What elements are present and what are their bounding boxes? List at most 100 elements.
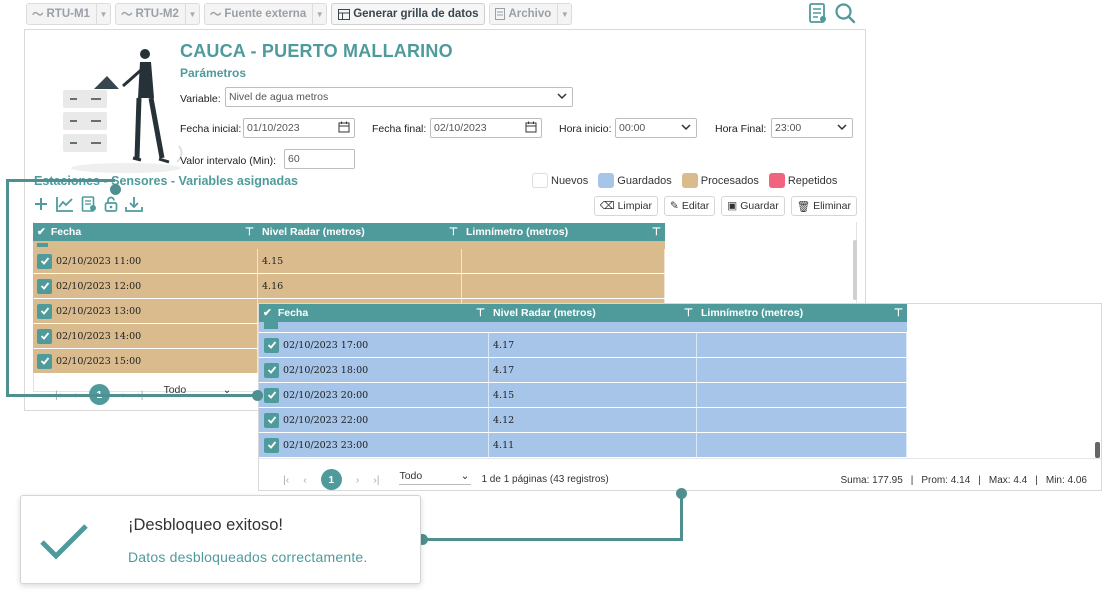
connector-line: [680, 493, 683, 541]
row-checkbox[interactable]: [37, 278, 52, 294]
table-row[interactable]: 02/10/2023 12:00 4.16: [33, 274, 665, 298]
row-checkbox[interactable]: [37, 253, 52, 269]
col-limni[interactable]: Limnímetro (metros) ⊤: [462, 223, 665, 241]
row-checkbox[interactable]: [37, 303, 52, 319]
first-page-icon[interactable]: |‹: [283, 474, 289, 486]
checkmark-icon: [40, 524, 88, 560]
filter-icon[interactable]: ⊤: [245, 226, 254, 238]
table-row[interactable]: 02/10/2023 23:00 4.11: [259, 433, 907, 457]
guardar-button[interactable]: ▣ Guardar: [721, 196, 785, 216]
table-row[interactable]: 02/10/2023 22:00 4.12: [259, 408, 907, 432]
chevron-down-icon[interactable]: ▼: [184, 4, 199, 24]
chevron-down-icon[interactable]: ▼: [312, 4, 326, 24]
page-number[interactable]: 1: [320, 469, 342, 490]
lock-open-icon[interactable]: [104, 196, 118, 212]
filter-icon[interactable]: ⊤: [652, 226, 661, 238]
col-fecha[interactable]: ✔ Fecha ⊤: [33, 223, 258, 241]
connector-dot: [676, 488, 687, 499]
summary-stats: Suma: 177.95 | Prom: 4.14 | Max: 4.4 | Min:…: [840, 475, 1087, 486]
cell-fecha: 02/10/2023 23:00: [283, 439, 369, 451]
zoom-scrollbar[interactable]: [1095, 442, 1100, 458]
fecha-inicial-input[interactable]: 01/10/2023: [243, 118, 355, 138]
row-checkbox[interactable]: [264, 387, 279, 403]
stat-prom: Prom: 4.14: [921, 475, 971, 486]
table-row[interactable]: 02/10/2023 18:00 4.17: [259, 358, 907, 382]
download-icon[interactable]: [125, 196, 143, 212]
rtu-m1-button[interactable]: 〜 RTU-M1 ▼: [26, 3, 111, 25]
chart-line-icon[interactable]: [56, 196, 74, 212]
row-checkbox[interactable]: [264, 437, 279, 453]
cell-radar: 4.17: [493, 339, 515, 351]
hora-final-select[interactable]: 23:00: [771, 118, 853, 138]
calendar-icon[interactable]: [525, 121, 537, 133]
top-right-icons: [808, 2, 856, 24]
variable-select[interactable]: Nivel de agua metros: [225, 87, 573, 107]
hora-inicio-label: Hora inicio:: [559, 123, 612, 135]
row-checkbox[interactable]: [37, 353, 52, 369]
fuente-externa-button[interactable]: 〜 Fuente externa ▼: [203, 3, 328, 25]
legend-procesados: Procesados: [681, 173, 759, 188]
hora-final-value: 23:00: [775, 122, 802, 134]
chevron-down-icon[interactable]: ▼: [557, 4, 571, 24]
filter-icon[interactable]: ⊤: [476, 307, 485, 319]
intervalo-value: 60: [288, 153, 300, 165]
limpiar-button[interactable]: ⌫ Limpiar: [593, 196, 659, 216]
row-checkbox[interactable]: [37, 328, 52, 344]
page-size-select[interactable]: Todo ⌄: [399, 470, 472, 485]
row-checkbox[interactable]: [264, 362, 279, 378]
report-icon[interactable]: [808, 2, 828, 24]
filter-icon[interactable]: ⊤: [449, 226, 458, 238]
col-radar[interactable]: Nivel Radar (metros) ⊤: [258, 223, 462, 241]
table-row-partial: [33, 241, 665, 249]
archivo-button[interactable]: Archivo ▼: [489, 3, 573, 25]
col-radar[interactable]: Nivel Radar (metros) ⊤: [489, 304, 697, 322]
hora-inicio-select[interactable]: 00:00: [615, 118, 697, 138]
table-row[interactable]: 02/10/2023 20:00 4.15: [259, 383, 907, 407]
generar-grilla-label: Generar grilla de datos: [353, 8, 479, 20]
legend-label: Procesados: [700, 174, 759, 187]
rtu-m2-button[interactable]: 〜 RTU-M2 ▼: [114, 3, 200, 25]
search-icon[interactable]: [834, 2, 856, 24]
signal-icon: 〜: [32, 9, 44, 21]
legend-swatch: [681, 173, 698, 188]
top-toolbar: 〜 RTU-M1 ▼ 〜 RTU-M2 ▼ 〜 Fuente externa ▼ Ge…: [26, 3, 573, 25]
legend-swatch: [598, 173, 615, 188]
main-grid-scrollbar[interactable]: [853, 240, 857, 300]
chevron-down-icon[interactable]: ▼: [95, 4, 110, 24]
connector-line: [6, 179, 9, 397]
next-page-icon[interactable]: ›: [356, 474, 360, 486]
prev-page-icon[interactable]: ‹: [303, 474, 307, 486]
filter-icon[interactable]: ⊤: [894, 307, 903, 319]
cell-fecha: 02/10/2023 18:00: [283, 364, 369, 376]
table-row[interactable]: 02/10/2023 11:00 4.15: [33, 249, 665, 273]
cell-radar: 4.15: [262, 255, 284, 267]
eliminar-button[interactable]: 🗑 Eliminar: [790, 196, 857, 216]
legend-nuevos: Nuevos: [532, 173, 588, 188]
section-subtitle: Parámetros: [180, 66, 247, 80]
connector-dot: [110, 184, 121, 195]
report-icon[interactable]: [81, 196, 97, 212]
filter-icon[interactable]: ⊤: [684, 307, 693, 319]
col-fecha-label: Fecha: [50, 226, 82, 238]
grid-toolbar-icons: [33, 196, 143, 212]
chevron-down-icon: [680, 121, 692, 133]
variable-label: Variable:: [180, 93, 221, 105]
intervalo-input[interactable]: 60: [284, 149, 355, 169]
cell-fecha: 02/10/2023 17:00: [283, 339, 369, 351]
col-fecha[interactable]: ✔ Fecha ⊤: [259, 304, 489, 322]
row-checkbox[interactable]: [264, 412, 279, 428]
col-limni[interactable]: Limnímetro (metros) ⊤: [697, 304, 907, 322]
cell-radar: 4.15: [493, 389, 515, 401]
col-limni-label: Limnímetro (metros): [466, 226, 569, 238]
table-icon: [338, 8, 351, 20]
generar-grilla-button[interactable]: Generar grilla de datos: [331, 3, 486, 25]
col-limni-label: Limnímetro (metros): [701, 307, 804, 319]
calendar-icon[interactable]: [338, 121, 350, 133]
table-row[interactable]: 02/10/2023 17:00 4.17: [259, 333, 907, 357]
row-checkbox[interactable]: [264, 337, 279, 353]
cell-fecha: 02/10/2023 13:00: [56, 305, 142, 317]
fecha-final-input[interactable]: 02/10/2023: [430, 118, 542, 138]
editar-button[interactable]: ✎ Editar: [664, 196, 716, 216]
last-page-icon[interactable]: ›|: [373, 474, 379, 486]
plus-icon[interactable]: [33, 196, 49, 212]
